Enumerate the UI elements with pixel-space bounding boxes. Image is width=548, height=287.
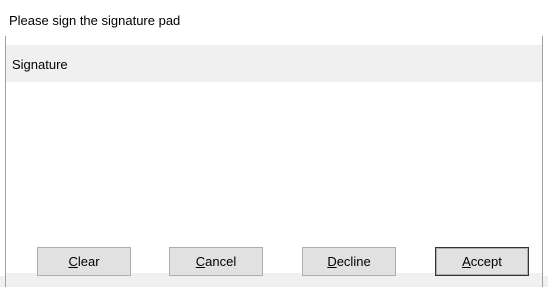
clear-button-label: lear	[77, 254, 100, 269]
cancel-button-label: ancel	[205, 254, 237, 269]
clear-button-mnemonic: C	[68, 254, 78, 269]
decline-button-label: ecline	[336, 254, 371, 269]
signature-pad[interactable]	[6, 82, 542, 273]
cancel-button[interactable]: Cancel	[169, 247, 263, 276]
dialog-title: Please sign the signature pad	[0, 0, 548, 36]
decline-button[interactable]: Decline	[302, 247, 396, 276]
accept-button-mnemonic: A	[462, 254, 471, 269]
signature-dialog: Please sign the signature pad Signature …	[0, 0, 548, 287]
clear-button[interactable]: Clear	[37, 247, 131, 276]
accept-button[interactable]: Accept	[435, 247, 529, 276]
accept-button-label: ccept	[470, 254, 502, 269]
decline-button-mnemonic: D	[327, 254, 337, 269]
cancel-button-mnemonic: C	[195, 254, 206, 269]
signature-label: Signature	[6, 45, 542, 82]
